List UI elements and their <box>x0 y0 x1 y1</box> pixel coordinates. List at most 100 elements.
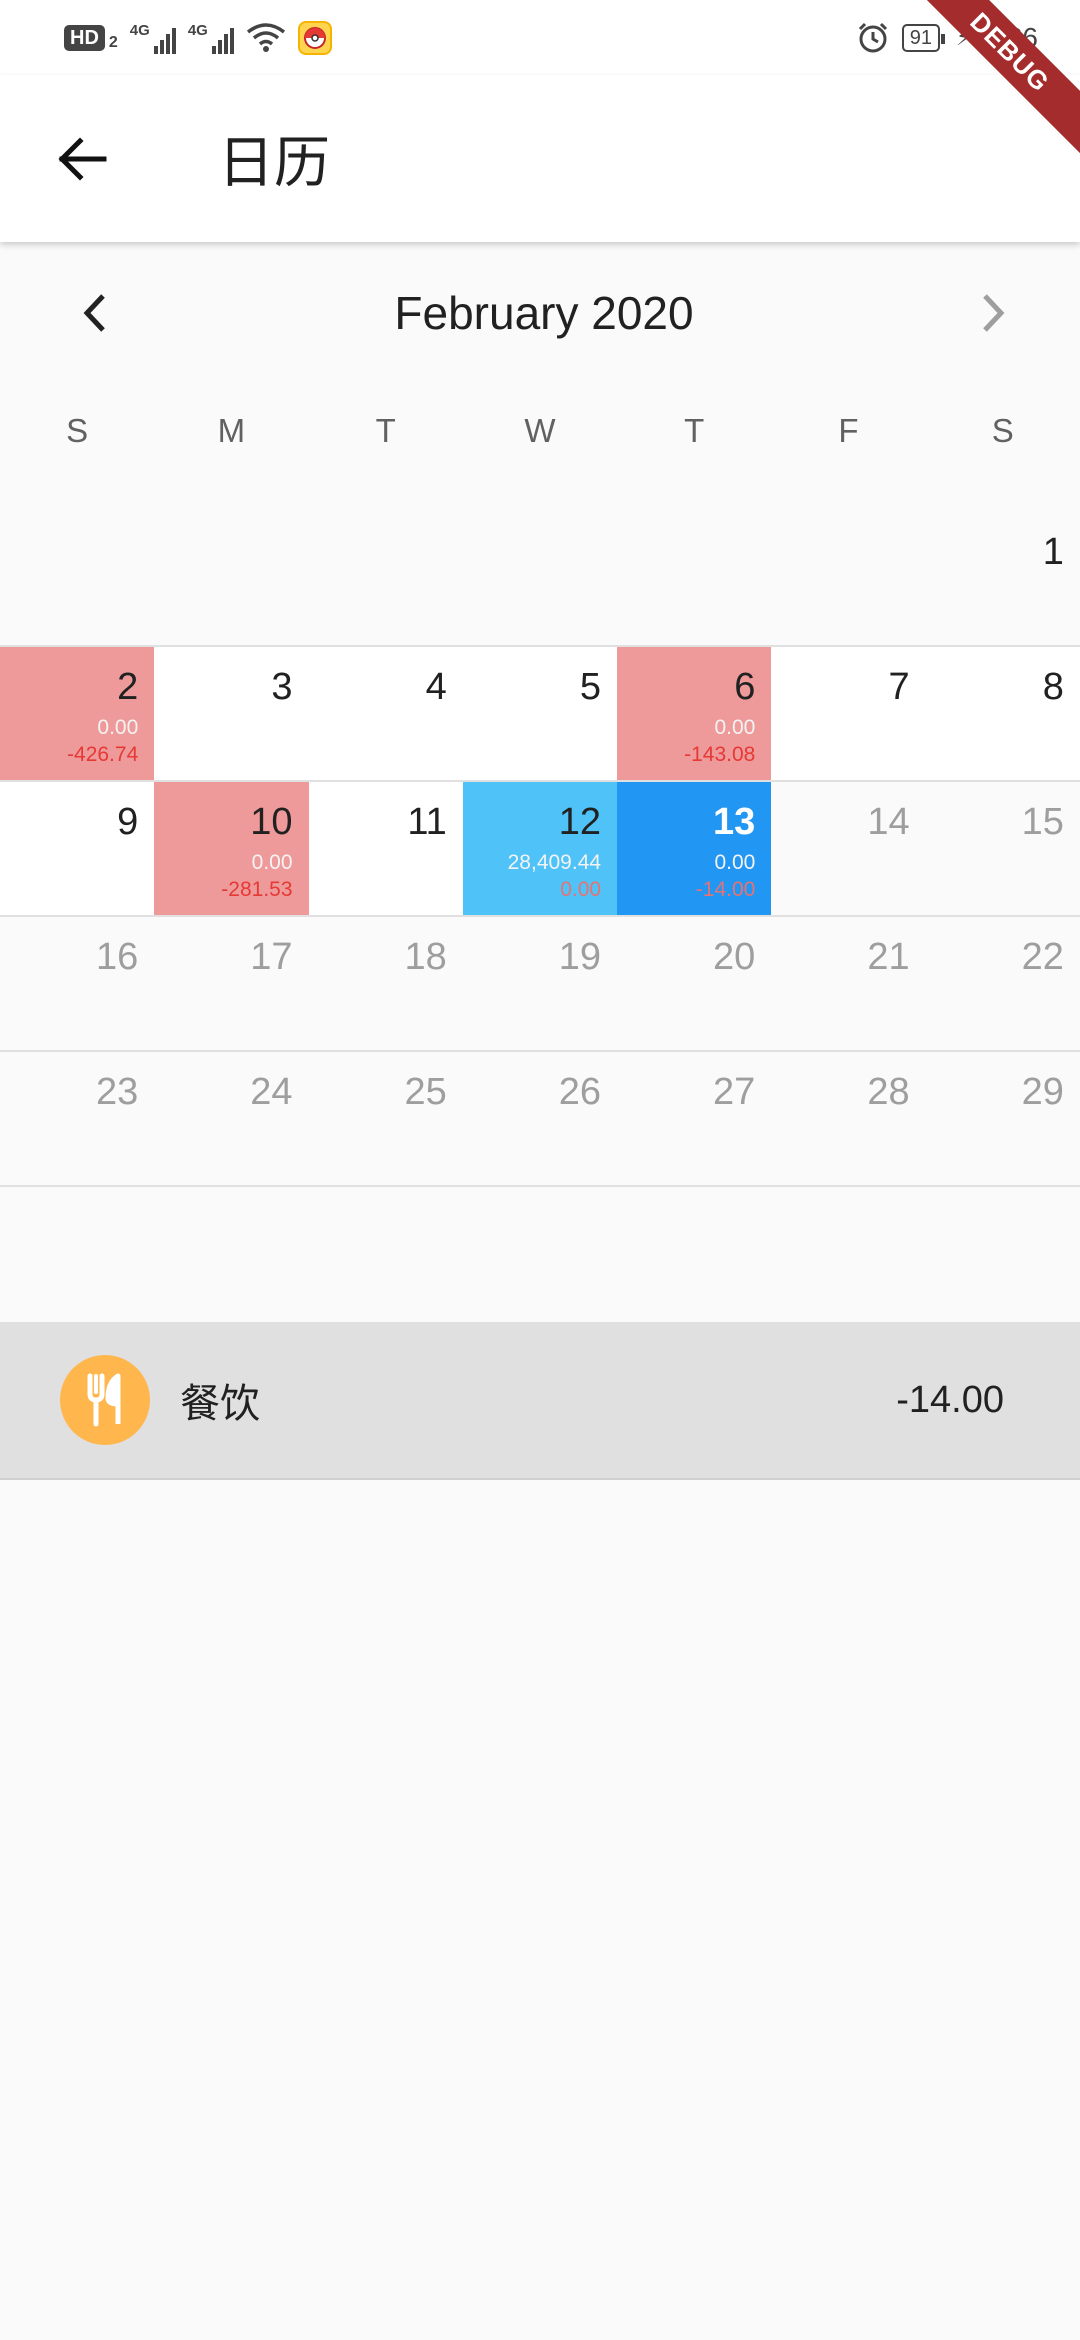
calendar-day-cell[interactable]: 14 <box>771 782 925 915</box>
day-number: 13 <box>713 801 756 843</box>
day-number: 28 <box>867 1071 910 1113</box>
day-number: 23 <box>95 1071 139 1113</box>
page-title: 日历 <box>218 131 330 196</box>
day-number: 18 <box>404 936 447 978</box>
calendar-day-cell[interactable]: 20 <box>617 917 771 1050</box>
day-income: 0.00 <box>97 715 139 739</box>
day-number: 4 <box>425 666 447 708</box>
calendar-day-cell[interactable]: 2 0.00 -426.74 <box>0 647 155 780</box>
day-number: 12 <box>558 801 602 843</box>
day-number: 26 <box>558 1071 602 1113</box>
calendar-day-cell[interactable]: 22 <box>926 917 1080 1050</box>
calendar-empty-cell <box>309 512 463 645</box>
prev-month-button[interactable] <box>40 258 150 368</box>
day-expense: 0.00 <box>560 877 602 901</box>
transaction-item[interactable]: 餐饮 -14.00 <box>0 1322 1080 1480</box>
day-expense: -143.08 <box>684 742 756 766</box>
calendar-day-cell[interactable]: 19 <box>463 917 617 1050</box>
calendar-week-row: 1 <box>0 512 1080 647</box>
day-number: 22 <box>1021 936 1064 978</box>
calendar-day-cell[interactable]: 28 <box>771 1052 925 1185</box>
day-number: 17 <box>250 936 293 978</box>
weekday-label: S <box>66 412 89 449</box>
calendar-day-cell[interactable]: 4 <box>308 647 463 780</box>
next-month-button[interactable] <box>938 258 1048 368</box>
calendar-week-row: 9 10 0.00 -281.53 11 12 28,409.44 0.00 13 0.00 -14… <box>0 782 1080 917</box>
calendar-empty-cell <box>771 512 925 645</box>
weekday-label: T <box>684 412 705 449</box>
day-number: 14 <box>867 801 910 843</box>
day-expense: -14.00 <box>695 877 756 901</box>
calendar-day-cell[interactable]: 3 <box>154 647 309 780</box>
fork-knife-icon <box>60 1355 150 1445</box>
calendar-day-cell[interactable]: 26 <box>463 1052 617 1185</box>
weekday-label: T <box>375 412 396 449</box>
weekday-label: F <box>838 412 859 449</box>
status-bar-left: HD 2 4G 4G <box>64 20 332 55</box>
calendar-day-cell[interactable]: 25 <box>309 1052 463 1185</box>
sim-number: 2 <box>108 33 118 51</box>
weekday-label: S <box>991 412 1014 449</box>
back-button[interactable] <box>22 99 142 219</box>
calendar-day-cell[interactable]: 13 0.00 -14.00 <box>617 782 772 915</box>
day-number: 5 <box>579 666 602 708</box>
day-number: 9 <box>117 801 139 843</box>
calendar-day-cell[interactable]: 1 <box>926 512 1080 645</box>
calendar-day-cell[interactable]: 16 <box>0 917 154 1050</box>
day-number: 29 <box>1021 1071 1064 1113</box>
signal-icon-2: 4G <box>188 22 234 54</box>
wifi-icon <box>246 22 285 52</box>
pokeball-app-icon <box>297 20 332 55</box>
battery-icon: 91 <box>901 23 946 52</box>
day-expense: -426.74 <box>67 742 139 766</box>
alarm-clock-icon <box>858 22 887 52</box>
day-income: 0.00 <box>714 715 756 739</box>
calendar-empty-cell <box>0 512 154 645</box>
calendar-day-cell[interactable]: 29 <box>926 1052 1080 1185</box>
calendar-day-cell[interactable]: 9 <box>0 782 155 915</box>
month-title: February 2020 <box>394 286 694 339</box>
day-number: 16 <box>95 936 139 978</box>
calendar-day-cell[interactable]: 23 <box>0 1052 154 1185</box>
calendar-empty-cell <box>154 512 308 645</box>
calendar-empty-cell <box>463 512 617 645</box>
day-number: 11 <box>407 801 447 843</box>
calendar-day-cell[interactable]: 5 <box>462 647 618 780</box>
calendar-day-cell[interactable]: 8 <box>925 647 1080 780</box>
day-number: 21 <box>867 936 910 978</box>
calendar-week-row: 2 0.00 -426.74 3 4 5 6 0.00 -143.08 7 8 <box>0 647 1080 782</box>
app-bar: 日历 <box>0 75 1080 242</box>
day-number: 20 <box>713 936 756 978</box>
calendar-day-cell[interactable]: 18 <box>309 917 463 1050</box>
day-number: 15 <box>1021 801 1064 843</box>
day-number: 3 <box>271 666 293 708</box>
weekday-label: W <box>524 412 556 449</box>
network-type-1: 4G <box>129 21 150 39</box>
calendar-grid: 1 2 0.00 -426.74 3 4 5 6 0.00 -143.08 7 8 9 10 0.00 -28… <box>0 512 1080 1187</box>
calendar-day-cell[interactable]: 12 28,409.44 0.00 <box>462 782 618 915</box>
day-number: 27 <box>713 1071 756 1113</box>
calendar-day-cell[interactable]: 21 <box>771 917 925 1050</box>
calendar-empty-cell <box>617 512 771 645</box>
weekday-label: M <box>217 412 246 449</box>
month-header: February 2020 <box>0 255 1080 370</box>
day-number: 8 <box>1042 666 1064 708</box>
calendar-day-cell[interactable]: 11 <box>308 782 463 915</box>
calendar-day-cell[interactable]: 17 <box>154 917 308 1050</box>
calendar-day-cell[interactable]: 27 <box>617 1052 771 1185</box>
calendar-day-cell[interactable]: 10 0.00 -281.53 <box>154 782 309 915</box>
chevron-right-icon <box>983 293 1005 332</box>
network-type-2: 4G <box>187 21 208 39</box>
status-bar: HD 2 4G 4G 91 <box>0 0 1080 75</box>
calendar-day-cell[interactable]: 6 0.00 -143.08 <box>617 647 772 780</box>
day-number: 2 <box>117 666 139 708</box>
calendar-day-cell[interactable]: 15 <box>926 782 1080 915</box>
day-number: 19 <box>558 936 602 978</box>
transaction-category: 餐饮 <box>180 1381 260 1427</box>
calendar-day-cell[interactable]: 24 <box>154 1052 308 1185</box>
chevron-left-icon <box>83 293 105 332</box>
calendar-day-cell[interactable]: 7 <box>771 647 926 780</box>
day-income: 28,409.44 <box>507 850 602 874</box>
day-income: 0.00 <box>714 850 756 874</box>
arrow-left-icon <box>58 136 107 181</box>
